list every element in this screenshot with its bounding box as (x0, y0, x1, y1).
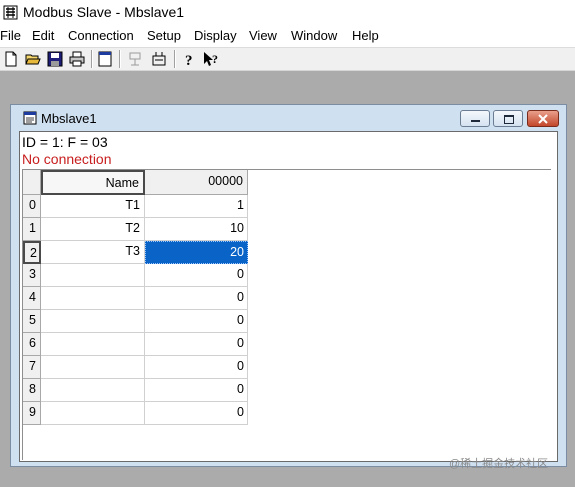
watermark-text: @稀土掘金技术社区 (449, 458, 549, 470)
app-title-bar: Modbus Slave - Mbslave1 (0, 0, 575, 25)
app-title: Modbus Slave - Mbslave1 (23, 4, 185, 20)
row-header[interactable]: 4 (23, 287, 41, 310)
value-cell[interactable]: 0 (145, 402, 248, 425)
name-cell[interactable]: T2 (41, 218, 145, 241)
context-help-icon[interactable]: ? (202, 50, 220, 68)
slave-id-function-line: ID = 1: F = 03 (22, 134, 108, 150)
menu-help[interactable]: Help (352, 28, 379, 44)
row-header[interactable]: 0 (23, 195, 41, 218)
menu-file[interactable]: File (0, 28, 21, 44)
name-cell[interactable] (41, 287, 145, 310)
name-cell[interactable] (41, 356, 145, 379)
child-client-area: ID = 1: F = 03 No connection Name 00000 0 T… (19, 131, 558, 462)
close-button[interactable] (527, 110, 559, 127)
row-header[interactable]: 7 (23, 356, 41, 379)
row-header[interactable]: 3 (23, 264, 41, 287)
row-header[interactable]: 8 (23, 379, 41, 402)
name-cell[interactable] (41, 264, 145, 287)
child-window-title: Mbslave1 (41, 111, 97, 126)
grid-corner[interactable] (23, 170, 41, 195)
value-cell[interactable]: 0 (145, 333, 248, 356)
document-icon (23, 111, 37, 125)
close-icon (538, 114, 548, 124)
value-cell[interactable]: 1 (145, 195, 248, 218)
name-cell[interactable] (41, 402, 145, 425)
name-cell[interactable] (41, 333, 145, 356)
value-cell[interactable]: 0 (145, 287, 248, 310)
new-file-icon[interactable] (2, 50, 20, 68)
toolbar: ? ? (0, 48, 575, 71)
menu-display[interactable]: Display (194, 28, 237, 44)
maximize-button[interactable] (493, 110, 523, 127)
name-cell[interactable] (41, 310, 145, 333)
restore-icon (504, 115, 514, 124)
register-grid: Name 00000 0 T1 1 1 T2 10 2 T3 20 3 0 4 0 5 0 6 0 7 0 8 0 9 0 (22, 169, 551, 460)
menu-connection[interactable]: Connection (68, 28, 134, 44)
value-cell[interactable]: 0 (145, 264, 248, 287)
toolbar-separator (174, 50, 176, 68)
toolbar-separator (119, 50, 121, 68)
child-window-mbslave1: Mbslave1 ID = 1: F = 03 No connection Na… (10, 104, 567, 467)
menu-bar: File Edit Connection Setup Display View … (0, 25, 575, 48)
value-cell[interactable]: 0 (145, 379, 248, 402)
child-window-caption[interactable]: Mbslave1 (11, 105, 566, 130)
connect-icon[interactable] (126, 50, 144, 68)
value-cell[interactable]: 0 (145, 356, 248, 379)
print-icon[interactable] (68, 50, 86, 68)
modbus-app-icon (3, 5, 18, 20)
column-header-address[interactable]: 00000 (145, 170, 248, 195)
open-folder-icon[interactable] (24, 50, 42, 68)
value-cell[interactable]: 10 (145, 218, 248, 241)
menu-window[interactable]: Window (291, 28, 337, 44)
name-cell[interactable] (41, 379, 145, 402)
row-header[interactable]: 2 (23, 241, 41, 264)
menu-edit[interactable]: Edit (32, 28, 54, 44)
name-cell[interactable]: T3 (41, 241, 145, 264)
toolbar-separator (91, 50, 93, 68)
row-header[interactable]: 1 (23, 218, 41, 241)
svg-text:?: ? (212, 52, 218, 66)
disconnect-icon[interactable] (150, 50, 168, 68)
column-header-name[interactable]: Name (41, 170, 145, 195)
minimize-icon (471, 120, 480, 122)
value-cell[interactable]: 0 (145, 310, 248, 333)
menu-view[interactable]: View (249, 28, 277, 44)
row-header[interactable]: 5 (23, 310, 41, 333)
row-header[interactable]: 6 (23, 333, 41, 356)
minimize-button[interactable] (460, 110, 490, 127)
menu-setup[interactable]: Setup (147, 28, 181, 44)
window-icon[interactable] (96, 50, 114, 68)
save-icon[interactable] (46, 50, 64, 68)
row-header[interactable]: 9 (23, 402, 41, 425)
selected-value-cell[interactable]: 20 (145, 241, 248, 264)
help-icon[interactable]: ? (180, 50, 198, 68)
name-cell[interactable]: T1 (41, 195, 145, 218)
svg-text:?: ? (185, 53, 193, 68)
connection-status: No connection (22, 151, 112, 167)
